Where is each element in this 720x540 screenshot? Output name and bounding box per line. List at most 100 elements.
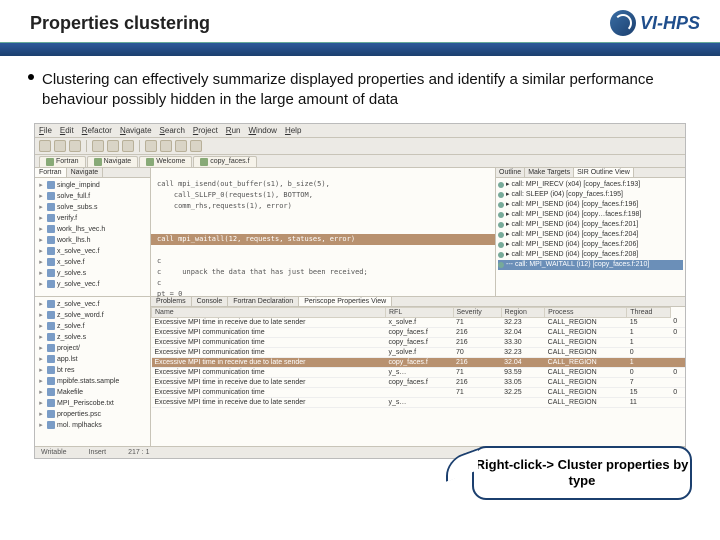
- table-row[interactable]: Excessive MPI time in receive due to lat…: [152, 377, 686, 387]
- editor-tab-bar[interactable]: FortranNavigateWelcomecopy_faces.f: [35, 155, 685, 168]
- tree-item[interactable]: ▸mpibfe.stats.sample: [37, 376, 148, 387]
- menu-project[interactable]: Project: [193, 126, 218, 135]
- code-line[interactable]: [151, 245, 495, 256]
- code-line[interactable]: call mpi_waitall(12, requests, statuses,…: [151, 234, 495, 245]
- toolbar-button[interactable]: [122, 140, 134, 152]
- outline-item[interactable]: ▸ call: MPI_ISEND (i04) [copy_faces.f:20…: [498, 220, 683, 230]
- col-header[interactable]: Name: [152, 307, 386, 317]
- project-tree[interactable]: ▸single_impind▸solve_full.f▸solve_subs.s…: [35, 178, 150, 292]
- tab-sir-outline[interactable]: SIR Outline View: [574, 168, 634, 177]
- col-header[interactable]: Severity: [453, 307, 501, 317]
- sidebar-tabs[interactable]: Fortran Navigate: [35, 168, 150, 178]
- code-line[interactable]: comm_rhs,requests(1), error): [151, 201, 495, 212]
- tree-item[interactable]: ▸ mol. mplhacks: [37, 420, 148, 431]
- tree-item[interactable]: ▸y_solve_vec.f: [37, 279, 148, 290]
- col-header[interactable]: Process: [545, 307, 627, 317]
- toolbar-button[interactable]: [92, 140, 104, 152]
- tree-item[interactable]: ▸work_lhs_vec.h: [37, 224, 148, 235]
- code-line[interactable]: pt = 0: [151, 289, 495, 300]
- outline-item[interactable]: ▸ call: MPI_IRECV (x04) [copy_faces.f:19…: [498, 180, 683, 190]
- outline-panel[interactable]: Outline Make Targets SIR Outline View ▸ …: [495, 168, 685, 296]
- col-header[interactable]: RFL: [385, 307, 453, 317]
- table-row[interactable]: Excessive MPI time in receive due to lat…: [152, 317, 686, 327]
- toolbar[interactable]: [35, 138, 685, 155]
- outline-tabs[interactable]: Outline Make Targets SIR Outline View: [496, 168, 685, 178]
- code-editor[interactable]: call mpi_isend(out_buffer(s1), b_size(5)…: [151, 168, 495, 296]
- tree-item[interactable]: ▸z_solve_vec.f: [37, 299, 148, 310]
- toolbar-button[interactable]: [145, 140, 157, 152]
- tab-make-targets[interactable]: Make Targets: [525, 168, 574, 177]
- tree-item[interactable]: ▸z_solve.s: [37, 332, 148, 343]
- menu-window[interactable]: Window: [248, 126, 276, 135]
- editor-tab[interactable]: copy_faces.f: [193, 156, 256, 167]
- table-header-row[interactable]: NameRFLSeverityRegionProcessThread: [152, 307, 686, 317]
- menu-refactor[interactable]: Refactor: [82, 126, 112, 135]
- tab-outline[interactable]: Outline: [496, 168, 525, 177]
- code-line[interactable]: c: [151, 256, 495, 267]
- toolbar-button[interactable]: [175, 140, 187, 152]
- code-line[interactable]: c: [151, 278, 495, 289]
- tree-item[interactable]: ▸work_lhs.h: [37, 235, 148, 246]
- tree-item[interactable]: ▸x_solve.f: [37, 257, 148, 268]
- menu-file[interactable]: File: [39, 126, 52, 135]
- toolbar-button[interactable]: [160, 140, 172, 152]
- table-row[interactable]: Excessive MPI communication time7132.25C…: [152, 387, 686, 397]
- menu-bar[interactable]: File Edit Refactor Navigate Search Project Run…: [35, 124, 685, 138]
- tree-item[interactable]: ▸verify.f: [37, 213, 148, 224]
- tree-item[interactable]: ▸solve_full.f: [37, 191, 148, 202]
- toolbar-button[interactable]: [54, 140, 66, 152]
- code-line[interactable]: call_SLLFP_0(requests(1), BOTTOM,: [151, 190, 495, 201]
- properties-panel[interactable]: ProblemsConsoleFortran DeclarationPerisc…: [151, 297, 685, 446]
- table-row[interactable]: Excessive MPI communication timecopy_fac…: [152, 337, 686, 347]
- code-line[interactable]: [151, 212, 495, 223]
- tree-item[interactable]: ▸app.lst: [37, 354, 148, 365]
- tree-item[interactable]: ▸Makefile: [37, 387, 148, 398]
- menu-run[interactable]: Run: [226, 126, 241, 135]
- properties-table[interactable]: NameRFLSeverityRegionProcessThread Exces…: [151, 307, 685, 408]
- code-line[interactable]: [151, 223, 495, 234]
- outline-item[interactable]: ▸ call: MPI_ISEND (i04) [copy_faces.f:20…: [498, 250, 683, 260]
- editor-tab[interactable]: Welcome: [139, 156, 192, 167]
- outline-list[interactable]: ▸ call: MPI_IRECV (x04) [copy_faces.f:19…: [496, 178, 685, 272]
- outline-item[interactable]: ▸ call: MPI_ISEND (i04) [copy_faces.f:20…: [498, 230, 683, 240]
- tree-item[interactable]: ▸solve_subs.s: [37, 202, 148, 213]
- outline-item[interactable]: ▸ call: SLEEP (i04) [copy_faces.f:195]: [498, 190, 683, 200]
- tree-item[interactable]: ▸properties.psc: [37, 409, 148, 420]
- table-row[interactable]: Excessive MPI time in receive due to lat…: [152, 357, 686, 367]
- project-sidebar[interactable]: Fortran Navigate ▸single_impind▸solve_fu…: [35, 168, 151, 296]
- tree-item[interactable]: ▸z_solve.f: [37, 321, 148, 332]
- col-header[interactable]: Thread: [627, 307, 671, 317]
- sidebar-tab-fortran[interactable]: Fortran: [35, 168, 67, 177]
- project-tree-continued[interactable]: ▸z_solve_vec.f▸z_solve_word.f▸z_solve.f▸…: [35, 297, 151, 446]
- sidebar-tab-navigate[interactable]: Navigate: [67, 168, 104, 177]
- table-row[interactable]: Excessive MPI communication timey_solve.…: [152, 347, 686, 357]
- toolbar-button[interactable]: [39, 140, 51, 152]
- tree-item[interactable]: ▸z_solve_word.f: [37, 310, 148, 321]
- menu-navigate[interactable]: Navigate: [120, 126, 152, 135]
- outline-item[interactable]: --- call: MPI_WAITALL (i12) [copy_faces.…: [498, 260, 683, 270]
- editor-tab[interactable]: Navigate: [87, 156, 139, 167]
- toolbar-button[interactable]: [107, 140, 119, 152]
- code-line[interactable]: call mpi_isend(out_buffer(s1), b_size(5)…: [151, 179, 495, 190]
- table-row[interactable]: Excessive MPI time in receive due to lat…: [152, 397, 686, 407]
- menu-help[interactable]: Help: [285, 126, 301, 135]
- toolbar-button[interactable]: [190, 140, 202, 152]
- tree-item[interactable]: ▸single_impind: [37, 180, 148, 191]
- tree-item[interactable]: ▸bt res: [37, 365, 148, 376]
- table-row[interactable]: Excessive MPI communication timey_s…7193…: [152, 367, 686, 377]
- col-header[interactable]: Region: [501, 307, 545, 317]
- outline-item[interactable]: ▸ call: MPI_ISEND (i04) [copy_faces.f:20…: [498, 240, 683, 250]
- menu-edit[interactable]: Edit: [60, 126, 74, 135]
- tree-item[interactable]: ▸x_solve_vec.f: [37, 246, 148, 257]
- tree-item[interactable]: ▸y_solve.s: [37, 268, 148, 279]
- outline-item[interactable]: ▸ call: MPI_ISEND (i04) [copy…faces.f:19…: [498, 210, 683, 220]
- code-line[interactable]: c unpack the data that has just been rec…: [151, 267, 495, 278]
- code-line[interactable]: [151, 168, 495, 179]
- outline-item[interactable]: ▸ call: MPI_ISEND (i04) [copy_faces.f:19…: [498, 200, 683, 210]
- table-row[interactable]: Excessive MPI communication timecopy_fac…: [152, 327, 686, 337]
- toolbar-button[interactable]: [69, 140, 81, 152]
- editor-tab[interactable]: Fortran: [39, 156, 86, 167]
- tree-item[interactable]: ▸MPI_Periscobe.txt: [37, 398, 148, 409]
- tree-item[interactable]: ▸project/: [37, 343, 148, 354]
- menu-search[interactable]: Search: [160, 126, 185, 135]
